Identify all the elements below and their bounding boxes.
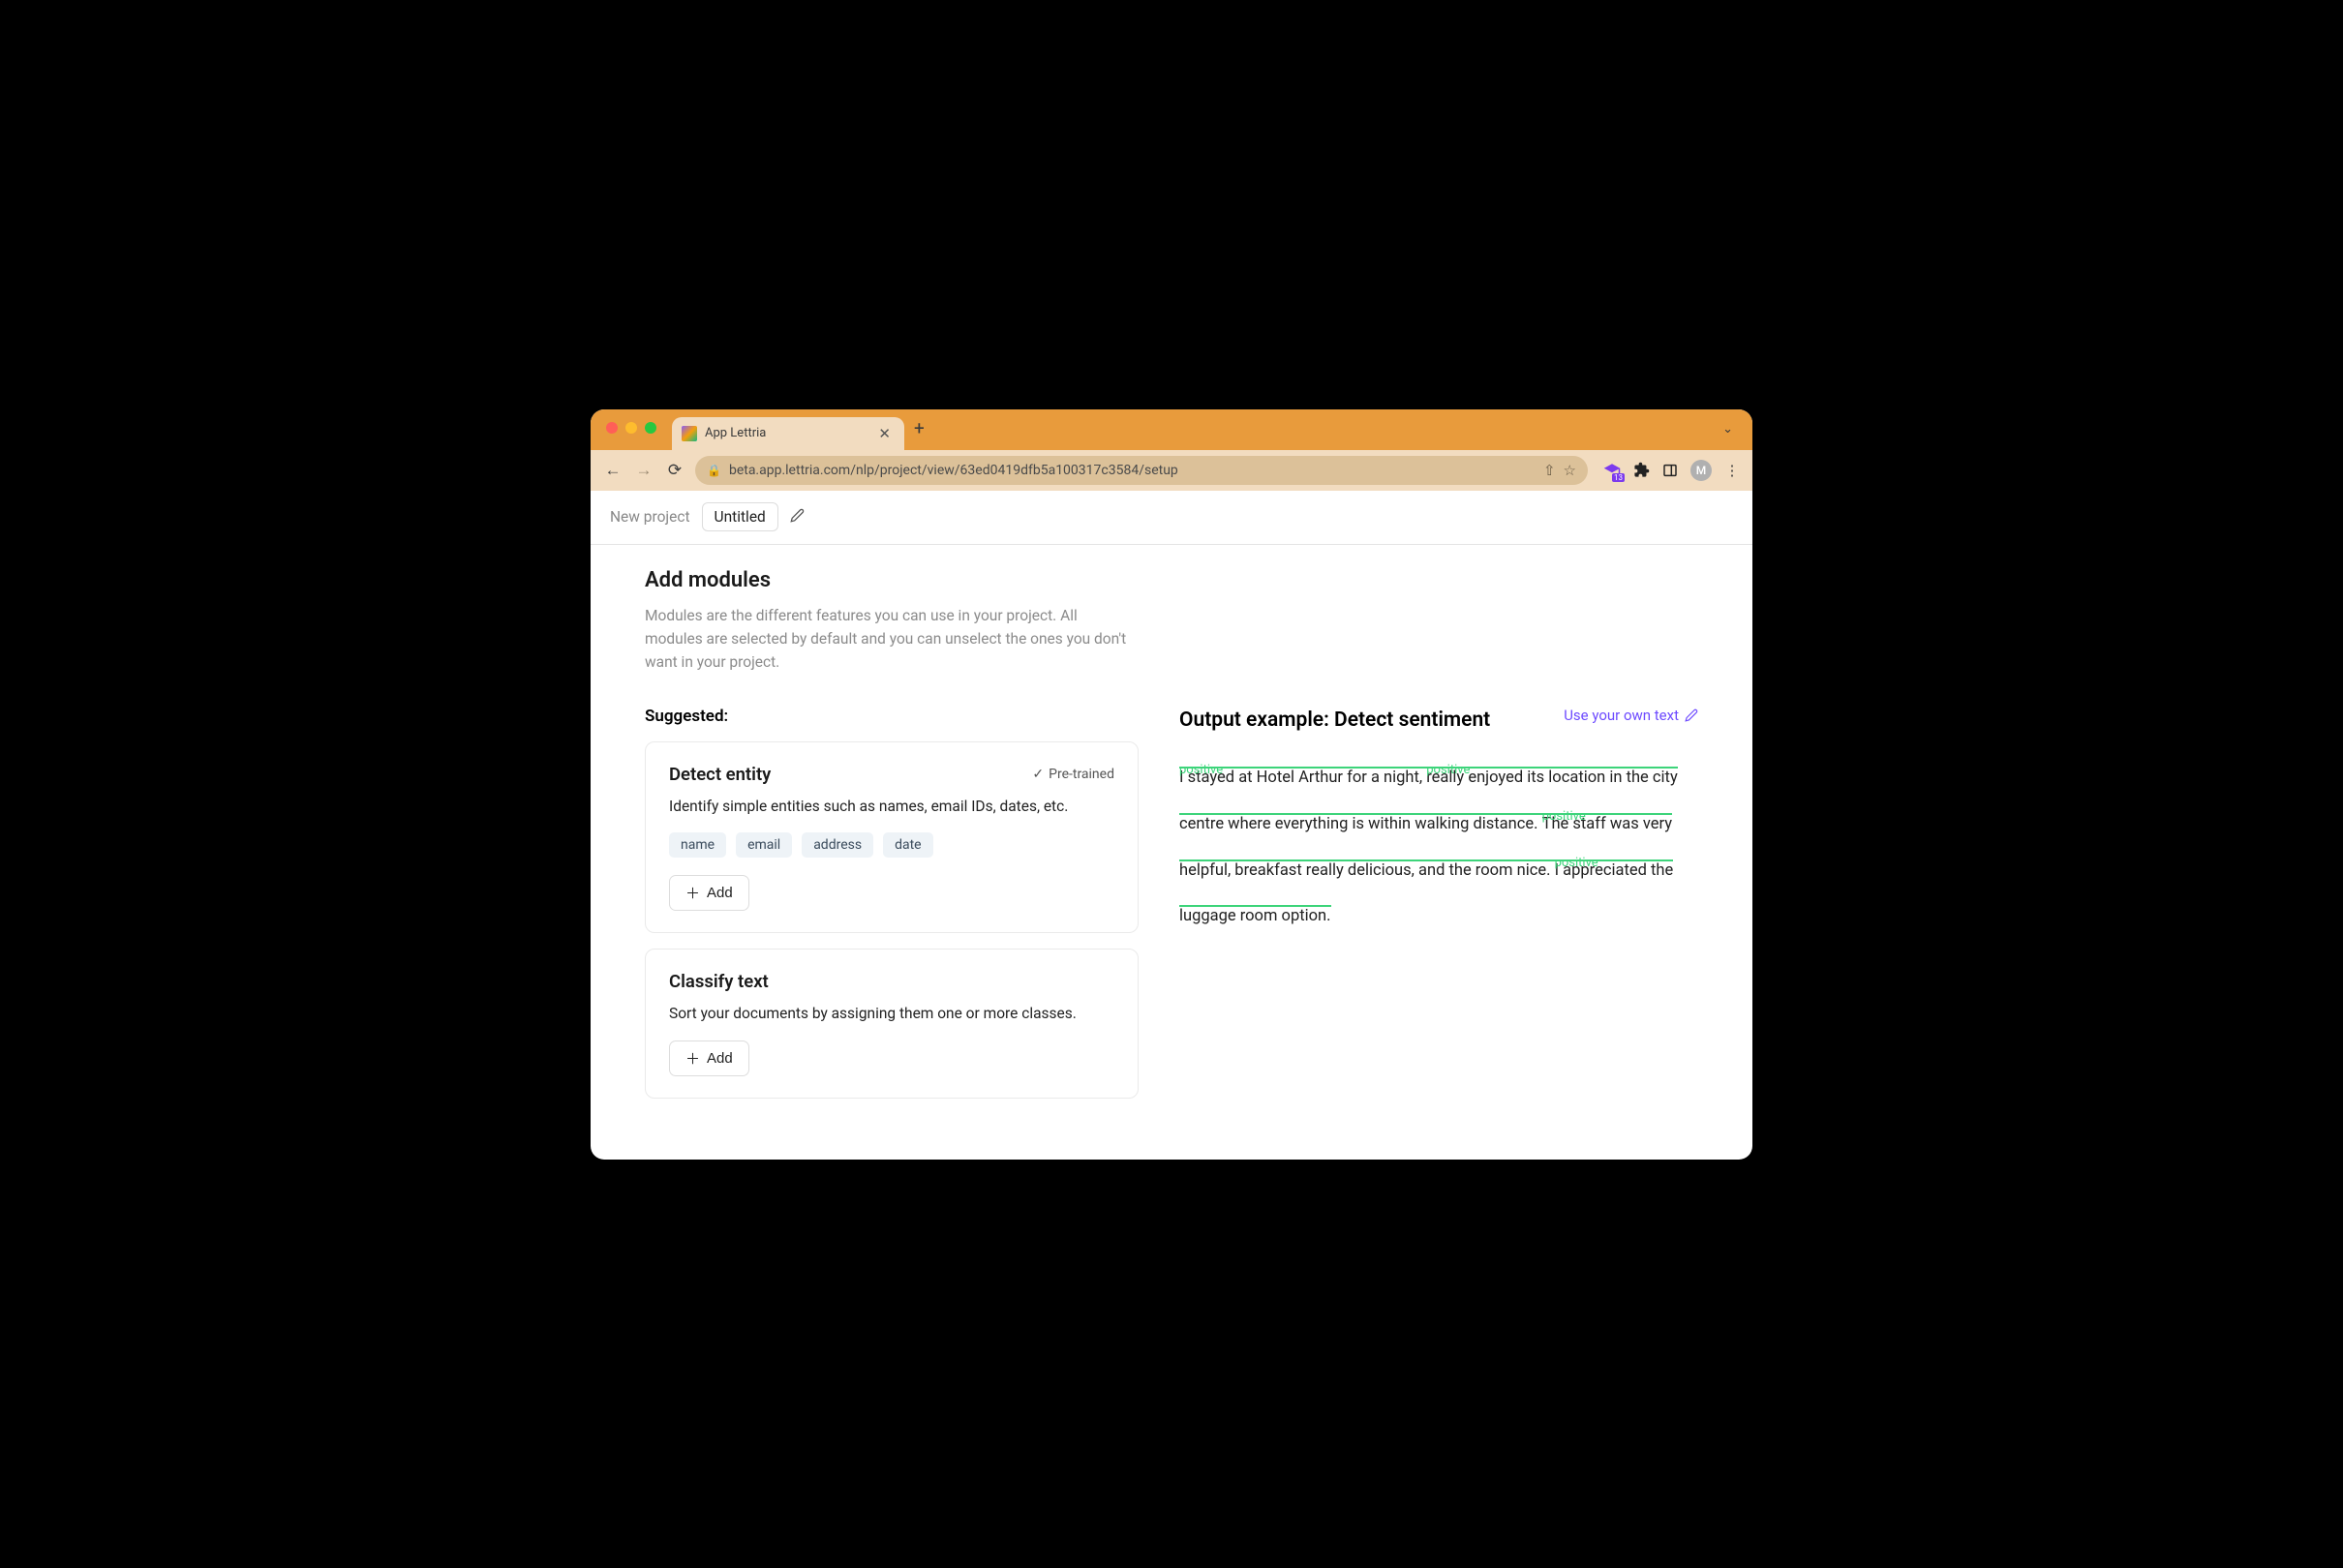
- output-title: Output example: Detect sentiment: [1179, 707, 1490, 734]
- close-tab-button[interactable]: ✕: [874, 425, 895, 442]
- module-tags: name email address date: [669, 832, 1114, 858]
- browser-window: App Lettria ✕ + ⌄ ← → ⟳ 🔒 beta.app.lettr…: [591, 409, 1752, 1160]
- avatar-letter: M: [1696, 464, 1707, 477]
- tab-bar: App Lettria ✕ + ⌄: [591, 409, 1752, 450]
- app-header: New project Untitled: [591, 491, 1752, 545]
- output-sample: positiveI stayed at Hotel Arthur for a n…: [1179, 755, 1698, 940]
- address-bar: ← → ⟳ 🔒 beta.app.lettria.com/nlp/project…: [591, 450, 1752, 491]
- chrome-top: App Lettria ✕ + ⌄ ← → ⟳ 🔒 beta.app.lettr…: [591, 409, 1752, 491]
- kebab-menu-icon[interactable]: ⋮: [1723, 462, 1741, 479]
- tag-email: email: [736, 832, 792, 858]
- maximize-window-button[interactable]: [645, 422, 656, 434]
- suggested-label: Suggested:: [645, 707, 1139, 726]
- modules-column: Suggested: Detect entity ✓ Pre-trained I…: [645, 707, 1139, 1114]
- card-header: Detect entity ✓ Pre-trained: [669, 764, 1114, 785]
- add-label: Add: [707, 1050, 733, 1067]
- breadcrumb: New project: [610, 508, 690, 526]
- columns: Suggested: Detect entity ✓ Pre-trained I…: [645, 707, 1698, 1114]
- module-description: Identify simple entities such as names, …: [669, 797, 1114, 818]
- sentiment-label: positive: [1179, 752, 1223, 789]
- plus-icon: ＋: [685, 883, 700, 903]
- new-tab-button[interactable]: +: [904, 417, 934, 447]
- tag-date: date: [883, 832, 933, 858]
- sentiment-label: positive: [1542, 799, 1586, 835]
- app-content: New project Untitled Add modules Modules…: [591, 491, 1752, 1160]
- add-module-button[interactable]: ＋ Add: [669, 1040, 749, 1076]
- tag-address: address: [802, 832, 873, 858]
- output-header: Output example: Detect sentiment Use you…: [1179, 707, 1698, 734]
- project-name-chip[interactable]: Untitled: [702, 502, 778, 531]
- minimize-window-button[interactable]: [625, 422, 637, 434]
- tab-title: App Lettria: [705, 426, 867, 440]
- share-icon[interactable]: ⇧: [1543, 462, 1556, 479]
- plus-icon: ＋: [685, 1048, 700, 1069]
- app-body[interactable]: Add modules Modules are the different fe…: [591, 545, 1752, 1160]
- edit-icon: [1685, 709, 1698, 722]
- url-box[interactable]: 🔒 beta.app.lettria.com/nlp/project/view/…: [695, 456, 1588, 485]
- lock-icon: 🔒: [707, 464, 721, 477]
- module-card-detect-entity: Detect entity ✓ Pre-trained Identify sim…: [645, 741, 1139, 934]
- reload-button[interactable]: ⟳: [664, 461, 685, 480]
- back-button[interactable]: ←: [602, 461, 624, 480]
- edit-name-icon[interactable]: [790, 508, 805, 527]
- module-title: Detect entity: [669, 764, 771, 785]
- tag-name: name: [669, 832, 726, 858]
- page-title: Add modules: [645, 568, 1698, 592]
- check-icon: ✓: [1032, 767, 1044, 782]
- window-controls: [600, 422, 666, 443]
- favicon-icon: [682, 426, 697, 441]
- module-card-classify-text: Classify text Sort your documents by ass…: [645, 949, 1139, 1099]
- tabs-menu-button[interactable]: ⌄: [1722, 422, 1743, 442]
- add-label: Add: [707, 885, 733, 901]
- use-own-text-link[interactable]: Use your own text: [1564, 707, 1698, 724]
- module-title: Classify text: [669, 971, 769, 992]
- pretrained-badge: ✓ Pre-trained: [1032, 767, 1114, 782]
- extension-icons: M ⋮: [1598, 460, 1741, 481]
- bookmark-icon[interactable]: ☆: [1564, 462, 1576, 479]
- page-description: Modules are the different features you c…: [645, 604, 1129, 674]
- use-own-label: Use your own text: [1564, 707, 1679, 724]
- forward-button[interactable]: →: [633, 461, 654, 480]
- extension-graduation-icon[interactable]: [1603, 462, 1621, 479]
- sentiment-label: positive: [1555, 845, 1598, 882]
- card-header: Classify text: [669, 971, 1114, 992]
- add-module-button[interactable]: ＋ Add: [669, 875, 749, 911]
- close-window-button[interactable]: [606, 422, 618, 434]
- extensions-puzzle-icon[interactable]: [1632, 462, 1650, 479]
- pretrained-label: Pre-trained: [1049, 767, 1114, 782]
- sentiment-label: positive: [1426, 752, 1470, 789]
- output-column: Output example: Detect sentiment Use you…: [1179, 707, 1698, 1114]
- side-panel-icon[interactable]: [1661, 462, 1679, 479]
- url-text: beta.app.lettria.com/nlp/project/view/63…: [729, 463, 1536, 478]
- module-description: Sort your documents by assigning them on…: [669, 1004, 1114, 1025]
- browser-tab[interactable]: App Lettria ✕: [672, 417, 904, 450]
- sentiment-segment: positiveI stayed at Hotel Arthur for a n…: [1179, 767, 1426, 787]
- profile-avatar[interactable]: M: [1690, 460, 1712, 481]
